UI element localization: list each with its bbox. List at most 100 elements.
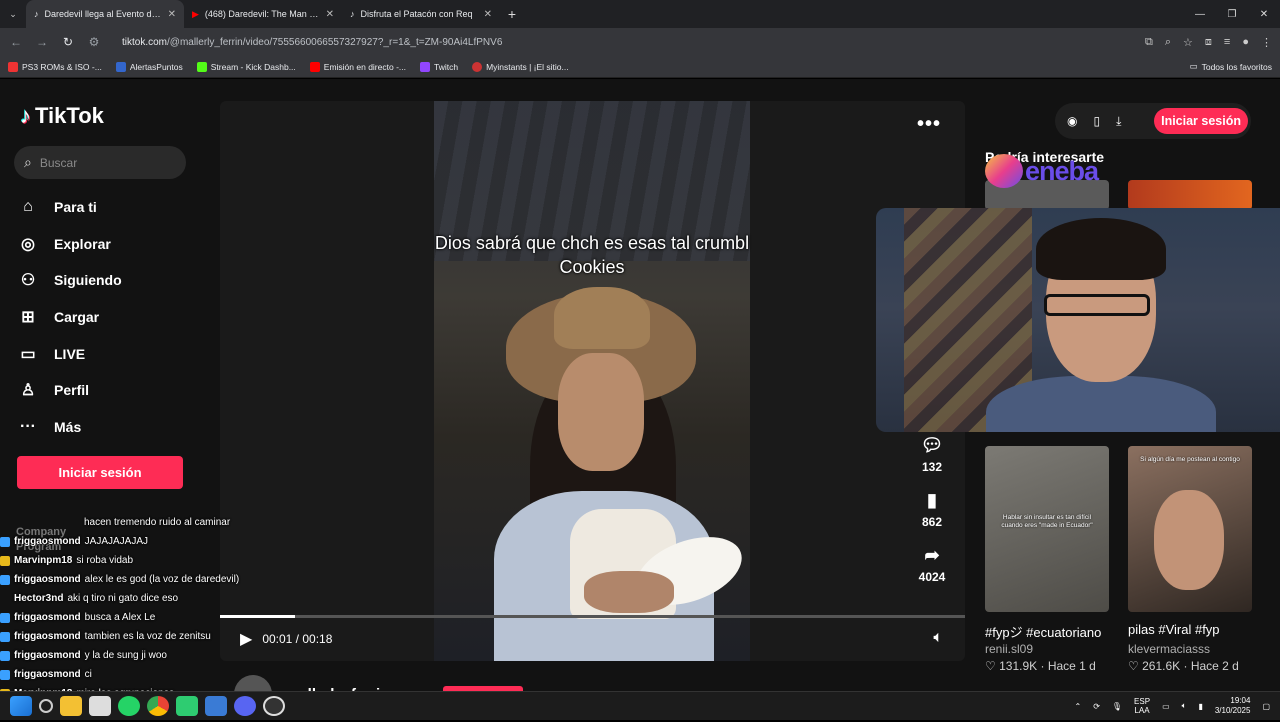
sidebar-item-live[interactable]: ▭ LIVE	[18, 335, 122, 372]
login-button[interactable]: Iniciar sesión	[1154, 108, 1248, 134]
webcam-hair	[1036, 218, 1166, 280]
profile-avatar-icon[interactable]: ●	[1242, 36, 1249, 49]
all-bookmarks[interactable]: ▭ Todos los favoritos	[1190, 61, 1272, 72]
url-field[interactable]: tiktok.com/@mallerly_ferrin/video/755566…	[112, 37, 1135, 48]
suggested-video-card[interactable]: Si algún día me postean al contigo	[1128, 446, 1252, 612]
more-options-icon[interactable]: •••	[917, 113, 941, 136]
chevron-up-icon[interactable]: ⌃	[1074, 702, 1081, 711]
coins-icon[interactable]: ◉	[1067, 114, 1077, 128]
video-time: 00:01 / 00:18	[262, 632, 333, 646]
live-icon: ▭	[20, 345, 36, 363]
tab-2[interactable]: ▶ (468) Daredevil: The Man Witho ✕	[184, 0, 342, 28]
close-window-icon[interactable]: ✕	[1248, 9, 1280, 20]
search-input[interactable]: ⌕ Buscar	[14, 146, 186, 179]
tiktok-logo[interactable]: ♪ TikTok	[20, 103, 104, 129]
twitch-icon	[419, 61, 430, 72]
search-icon[interactable]	[39, 699, 53, 713]
close-tab-icon[interactable]: ✕	[326, 9, 334, 20]
chat-username: Hector3nd	[14, 593, 64, 604]
url-host: tiktok.com	[122, 36, 168, 48]
card-username[interactable]: renii.sl09	[985, 642, 1033, 656]
menu-icon[interactable]: ⋮	[1261, 36, 1272, 49]
bookmark-icon	[115, 61, 126, 72]
notification-icon[interactable]: ▢	[1262, 702, 1270, 711]
suggested-video-card[interactable]: Hablar sin insultar es tan difícil cuand…	[985, 446, 1109, 612]
new-tab-button[interactable]: +	[500, 6, 524, 22]
search-placeholder: Buscar	[39, 155, 78, 170]
chat-message: friggaosmond tambien es la voz de zenitsu	[0, 627, 270, 646]
chat-username: friggaosmond	[14, 574, 81, 585]
clock[interactable]: 19:04 3/10/2025	[1215, 696, 1251, 716]
obs-icon[interactable]	[263, 696, 285, 716]
whatsapp-icon[interactable]	[118, 696, 140, 716]
card-title[interactable]: pilas #Viral #fyp	[1128, 622, 1220, 637]
app-icon[interactable]	[176, 696, 198, 716]
browser-tab-bar: ⌄ ♪ Daredevil llega al Evento de Ha ✕ ▶ …	[0, 0, 1280, 28]
bookmark-star-icon[interactable]: ☆	[1183, 36, 1193, 49]
zoom-icon[interactable]: ⌕	[1165, 36, 1171, 49]
sidebar-item-siguiendo[interactable]: ⚇ Siguiendo	[18, 262, 122, 299]
video-frame[interactable]: Dios sabrá que chch es esas tal crumbl C…	[434, 101, 751, 661]
browser-toolbar: ⧉ ⌕ ☆ ⧈ ≡ ● ⋮	[1145, 36, 1272, 49]
bookmark-item[interactable]: Emisión en directo -...	[309, 61, 406, 72]
share-action[interactable]: ➦ 4024	[905, 545, 959, 600]
eneba-wordmark: eneba	[1025, 155, 1099, 186]
forward-icon[interactable]: →	[34, 35, 50, 49]
tab-1[interactable]: ♪ Daredevil llega al Evento de Ha ✕	[26, 0, 184, 28]
sidebar-login-button[interactable]: Iniciar sesión	[17, 456, 183, 489]
bookmark-item[interactable]: Stream - Kick Dashb...	[196, 61, 296, 72]
chrome-icon[interactable]	[147, 696, 169, 716]
discord-icon[interactable]	[234, 696, 256, 716]
cast-icon[interactable]: ⧉	[1145, 36, 1153, 49]
language-indicator[interactable]: ESP LAA	[1134, 697, 1150, 715]
network-icon[interactable]: ▭	[1162, 702, 1170, 711]
sidebar-item-explorar[interactable]: ◎ Explorar	[18, 226, 122, 263]
video-face	[558, 353, 644, 471]
comment-action[interactable]: 💬︎ 132	[905, 435, 959, 490]
restore-icon[interactable]: ❐	[1216, 9, 1248, 20]
chat-message: friggaosmond busca a Alex Le	[0, 608, 270, 627]
sidebar-item-mas[interactable]: ··· Más	[18, 409, 122, 446]
sidebar-item-cargar[interactable]: ⊞ Cargar	[18, 299, 122, 336]
close-tab-icon[interactable]: ✕	[484, 9, 492, 20]
bookmark-item[interactable]: Myinstants | ¡El sitio...	[472, 61, 569, 72]
bookmark-item[interactable]: Twitch	[419, 61, 458, 72]
chat-message: Hector3nd aki q tiro ni gato dice eso	[0, 589, 270, 608]
chat-username: friggaosmond	[14, 612, 81, 623]
profile-icon: ♙	[20, 382, 36, 400]
minimize-icon[interactable]: —	[1184, 9, 1216, 20]
battery-icon[interactable]: ▮	[1198, 702, 1202, 711]
extensions-icon[interactable]: ⧈	[1205, 36, 1212, 49]
windows-start-icon[interactable]	[10, 696, 32, 716]
site-info-icon[interactable]: ⚙	[86, 35, 102, 49]
card-username[interactable]: klevermaciasss	[1128, 642, 1210, 656]
speaker-icon[interactable]: 🔈︎	[1182, 701, 1187, 711]
app-icon[interactable]	[205, 696, 227, 716]
following-icon: ⚇	[20, 272, 36, 290]
file-explorer-icon[interactable]	[60, 696, 82, 716]
mobile-icon[interactable]: ▯	[1093, 114, 1100, 128]
volume-icon[interactable]: 🔈︎	[933, 629, 943, 647]
download-icon[interactable]: ⤓	[1116, 114, 1121, 129]
reload-icon[interactable]: ↻	[60, 35, 76, 49]
media-icon[interactable]: ≡	[1224, 36, 1230, 49]
notepad-icon[interactable]	[89, 696, 111, 716]
mic-icon[interactable]: 🎙︎	[1112, 702, 1122, 711]
bookmark-item[interactable]: PS3 ROMs & ISO -...	[8, 61, 102, 72]
card-title[interactable]: #fypジ #ecuatoriano	[985, 622, 1101, 641]
chat-username: Marvinpm18	[14, 555, 73, 566]
sync-icon[interactable]: ⟳	[1093, 702, 1100, 711]
card-overlay-text: Hablar sin insultar es tan difícil cuand…	[1001, 514, 1093, 529]
tab-3[interactable]: ♪ Disfruta el Patacón con Req ✕	[342, 0, 500, 28]
card-overlay-text: Si algún día me postean al contigo	[1140, 456, 1240, 463]
bookmark-item[interactable]: AlertasPuntos	[115, 61, 183, 72]
video-progress-bar[interactable]	[220, 615, 965, 618]
tab-search-icon[interactable]: ⌄	[0, 9, 26, 20]
save-action[interactable]: ▮ 862	[905, 490, 959, 545]
chat-message: friggaosmond y la de sung ji woo	[0, 646, 270, 665]
sidebar-item-perfil[interactable]: ♙ Perfil	[18, 372, 122, 409]
sidebar-item-para-ti[interactable]: ⌂ Para ti	[18, 189, 122, 226]
video-player[interactable]: Dios sabrá que chch es esas tal crumbl C…	[220, 101, 965, 661]
back-icon[interactable]: ←	[8, 35, 24, 49]
close-tab-icon[interactable]: ✕	[168, 9, 176, 20]
